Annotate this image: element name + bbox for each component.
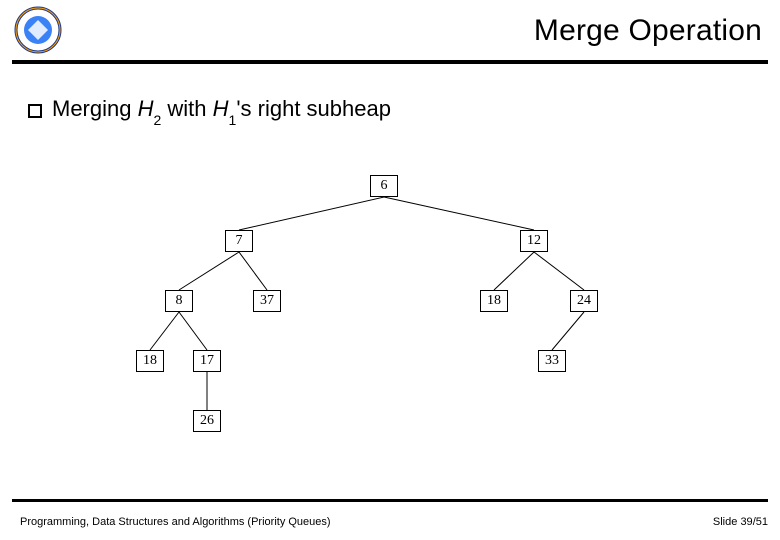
tree-edge	[384, 197, 534, 230]
tree-node-n24: 24	[570, 290, 598, 312]
page-title: Merge Operation	[534, 14, 762, 48]
tree-edge	[552, 312, 584, 350]
tree-edge	[150, 312, 179, 350]
bullet-text: Merging H2 with H1's right subheap	[52, 96, 391, 124]
bullet-h1-base: H	[213, 96, 229, 121]
tree-edge	[179, 252, 239, 290]
slide: Merge Operation Merging H2 with H1's rig…	[0, 0, 780, 540]
tree-node-n8: 8	[165, 290, 193, 312]
institution-logo	[14, 6, 62, 54]
footer-course: Programming, Data Structures and Algorit…	[20, 516, 331, 528]
tree-node-n26: 26	[193, 410, 221, 432]
tree-diagram: 6 7 12 8 37 18 24 18 17 33 26	[0, 140, 780, 450]
pager-total: 51	[756, 516, 768, 528]
bullet-h1-sub: 1	[229, 112, 237, 128]
tree-node-n18r: 18	[480, 290, 508, 312]
slide-header: Merge Operation	[0, 0, 780, 58]
tree-node-n6: 6	[370, 175, 398, 197]
tree-node-n7: 7	[225, 230, 253, 252]
tree-node-n33: 33	[538, 350, 566, 372]
tree-edge	[239, 197, 384, 230]
pager-prefix: Slide	[713, 516, 741, 528]
bullet-h2-base: H	[138, 96, 154, 121]
pager-current: 39	[740, 516, 752, 528]
bullet-h2-sub: 2	[153, 112, 161, 128]
footer-rule	[12, 499, 768, 502]
bullet-item: Merging H2 with H1's right subheap	[28, 96, 391, 124]
bullet-text-part: Merging	[52, 96, 138, 121]
tree-edge	[239, 252, 267, 290]
bullet-text-part: with	[161, 96, 212, 121]
tree-edge	[534, 252, 584, 290]
tree-node-n37: 37	[253, 290, 281, 312]
tree-node-n17: 17	[193, 350, 221, 372]
tree-node-n18l: 18	[136, 350, 164, 372]
tree-node-n12: 12	[520, 230, 548, 252]
bullet-text-part: 's right subheap	[236, 96, 391, 121]
bullet-square-icon	[28, 104, 42, 118]
header-rule	[12, 60, 768, 64]
footer-pager: Slide 39/51	[713, 516, 768, 528]
tree-edge	[494, 252, 534, 290]
tree-edge	[179, 312, 207, 350]
